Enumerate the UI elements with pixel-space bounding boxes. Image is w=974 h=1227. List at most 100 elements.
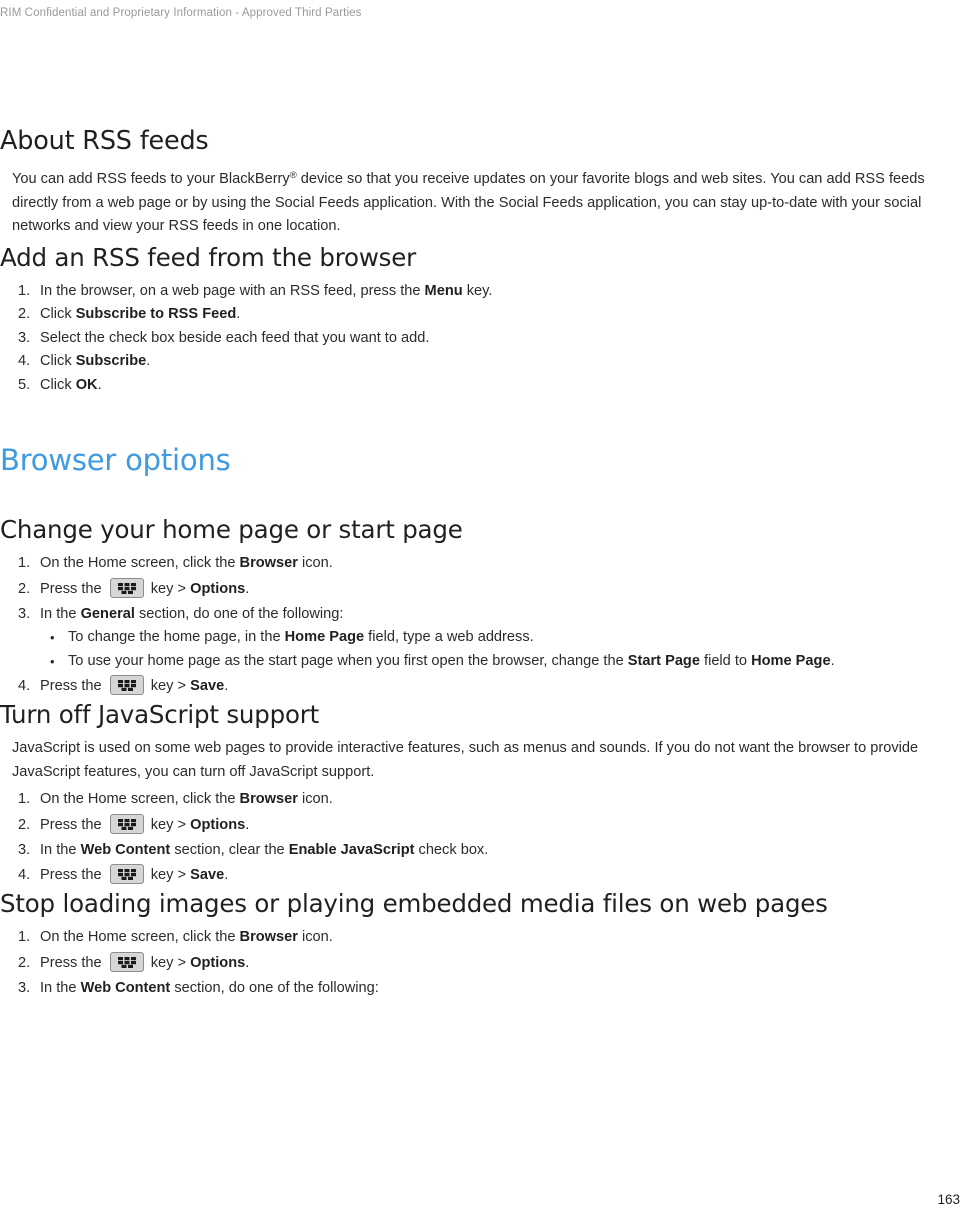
blackberry-menu-key-icon bbox=[109, 813, 144, 834]
step-text-suffix: icon. bbox=[297, 791, 333, 807]
step-text-middle: key > bbox=[146, 678, 191, 694]
blackberry-menu-key-icon bbox=[109, 864, 144, 884]
step-text-middle: section, clear the bbox=[170, 841, 289, 858]
step-text-suffix: . bbox=[146, 353, 151, 369]
substep-item: To change the home page, in the Home Pag… bbox=[40, 626, 974, 650]
step-text-prefix: In the bbox=[40, 979, 81, 996]
blackberry-menu-key-icon bbox=[109, 951, 144, 972]
step-item: On the Home screen, click the Browser ic… bbox=[0, 788, 974, 812]
substep-item: To use your home page as the start page … bbox=[40, 650, 974, 674]
step-text-bold: Web Content bbox=[80, 979, 171, 996]
step-text-prefix: On the Home screen, click the bbox=[40, 555, 240, 571]
step-text-prefix: On the Home screen, click the bbox=[40, 929, 240, 945]
step-text-bold: Browser bbox=[239, 555, 298, 571]
step-text-prefix: Click bbox=[40, 306, 76, 322]
substep-text-prefix: To change the home page, in the bbox=[68, 629, 285, 645]
step-item: Press the key > Save. bbox=[0, 862, 974, 889]
step-text-suffix: section, do one of the following: bbox=[134, 605, 344, 622]
step-text-prefix: Click bbox=[40, 376, 76, 393]
step-item: Click Subscribe. bbox=[0, 350, 974, 374]
step-item: In the Web Content section, do one of th… bbox=[0, 977, 974, 1001]
step-item: Press the key > Save. bbox=[0, 673, 974, 700]
step-text-prefix: Press the bbox=[40, 678, 106, 694]
step-text-prefix: Press the bbox=[40, 816, 106, 833]
step-text-bold: Web Content bbox=[80, 841, 171, 858]
substep-text-prefix: To use your home page as the start page … bbox=[68, 652, 628, 669]
heading-about-rss-feeds: About RSS feeds bbox=[0, 126, 209, 156]
step-text-prefix: In the bbox=[40, 841, 81, 858]
step-text-suffix: . bbox=[245, 954, 250, 971]
step-text-middle: key > bbox=[146, 954, 191, 971]
step-text-bold: General bbox=[80, 605, 135, 622]
heading-change-home-page: Change your home page or start page bbox=[0, 515, 463, 544]
step-text-bold: Menu bbox=[424, 282, 463, 299]
registered-trademark-symbol: ® bbox=[289, 170, 297, 181]
step-item: Click OK. bbox=[0, 374, 974, 398]
step-text-prefix: Press the bbox=[40, 867, 106, 883]
step-text-prefix: In the bbox=[40, 605, 81, 622]
steps-stop-loading-images: On the Home screen, click the Browser ic… bbox=[0, 926, 974, 1000]
substep-text-suffix: field, type a web address. bbox=[364, 629, 534, 645]
substep-text-bold-2: Home Page bbox=[751, 652, 831, 669]
step-text-suffix: . bbox=[245, 580, 250, 597]
blackberry-menu-key-icon bbox=[109, 675, 144, 695]
step-text-suffix: icon. bbox=[297, 555, 333, 571]
step-text-prefix: On the Home screen, click the bbox=[40, 791, 240, 807]
page-content: About RSS feeds You can add RSS feeds to… bbox=[0, 126, 974, 1000]
step-text-suffix: section, do one of the following: bbox=[170, 979, 379, 996]
step-text-bold: Options bbox=[190, 580, 246, 597]
page-number: 163 bbox=[937, 1192, 960, 1207]
step-text-suffix: . bbox=[224, 678, 229, 694]
step-text-bold: Subscribe to RSS Feed bbox=[75, 306, 237, 322]
step-item: Click Subscribe to RSS Feed. bbox=[0, 303, 974, 327]
step-text-bold: Browser bbox=[239, 929, 298, 945]
step-item: Press the key > Options. bbox=[0, 950, 974, 977]
steps-change-home-page: On the Home screen, click the Browser ic… bbox=[0, 552, 974, 700]
step-text-bold-2: Enable JavaScript bbox=[288, 841, 415, 858]
step-text-prefix: Select the check box beside each feed th… bbox=[40, 329, 430, 346]
blackberry-menu-key-icon bbox=[109, 577, 144, 598]
substep-text-middle: field to bbox=[699, 652, 752, 669]
step-text-middle: key > bbox=[146, 816, 191, 833]
step-text-bold: Subscribe bbox=[75, 353, 147, 369]
step-item: Select the check box beside each feed th… bbox=[0, 327, 974, 351]
step-item: On the Home screen, click the Browser ic… bbox=[0, 552, 974, 576]
step-text-bold: Options bbox=[190, 954, 246, 971]
step-text-prefix: Click bbox=[40, 353, 76, 369]
paragraph-turn-off-javascript: JavaScript is used on some web pages to … bbox=[12, 740, 919, 780]
step-text-prefix: Press the bbox=[40, 580, 106, 597]
step-text-bold: Options bbox=[190, 816, 246, 833]
heading-add-rss-feed-from-browser: Add an RSS feed from the browser bbox=[0, 242, 416, 272]
step-text-suffix: . bbox=[236, 306, 241, 322]
heading-browser-options: Browser options bbox=[0, 443, 231, 477]
step-item: Press the key > Options. bbox=[0, 812, 974, 839]
steps-add-rss-feed: In the browser, on a web page with an RS… bbox=[0, 280, 974, 398]
step-text-bold: Save bbox=[190, 867, 225, 883]
step-text-suffix: check box. bbox=[414, 841, 489, 858]
step-item: On the Home screen, click the Browser ic… bbox=[0, 926, 974, 950]
step-text-middle: key > bbox=[146, 867, 191, 883]
step-item: In the Web Content section, clear the En… bbox=[0, 839, 974, 863]
step-text-bold: Save bbox=[190, 678, 225, 694]
step-text-bold: Browser bbox=[239, 791, 298, 807]
step-text-suffix: key. bbox=[462, 282, 493, 299]
heading-stop-loading-images: Stop loading images or playing embedded … bbox=[0, 889, 828, 918]
step-text-prefix: Press the bbox=[40, 954, 106, 971]
step-item: In the browser, on a web page with an RS… bbox=[0, 280, 974, 304]
steps-turn-off-javascript: On the Home screen, click the Browser ic… bbox=[0, 788, 974, 889]
step-text-suffix: . bbox=[97, 376, 102, 393]
document-confidentiality-header: RIM Confidential and Proprietary Informa… bbox=[0, 7, 362, 19]
step-text-suffix: . bbox=[224, 867, 229, 883]
heading-turn-off-javascript: Turn off JavaScript support bbox=[0, 700, 320, 729]
substeps-change-home-page: To change the home page, in the Home Pag… bbox=[40, 626, 974, 673]
paragraph-about-rss-feeds: You can add RSS feeds to your BlackBerry… bbox=[0, 168, 974, 239]
step-text-prefix: In the browser, on a web page with an RS… bbox=[40, 282, 425, 299]
substep-text-bold: Start Page bbox=[627, 652, 700, 669]
substep-text-suffix: . bbox=[830, 652, 835, 669]
paragraph-about-rss-feeds-text-a: You can add RSS feeds to your BlackBerry bbox=[12, 171, 290, 187]
step-text-suffix: icon. bbox=[297, 929, 333, 945]
step-item: Press the key > Options. bbox=[0, 576, 974, 603]
step-text-middle: key > bbox=[146, 580, 191, 597]
substep-text-bold: Home Page bbox=[284, 629, 365, 645]
step-text-suffix: . bbox=[245, 816, 250, 833]
